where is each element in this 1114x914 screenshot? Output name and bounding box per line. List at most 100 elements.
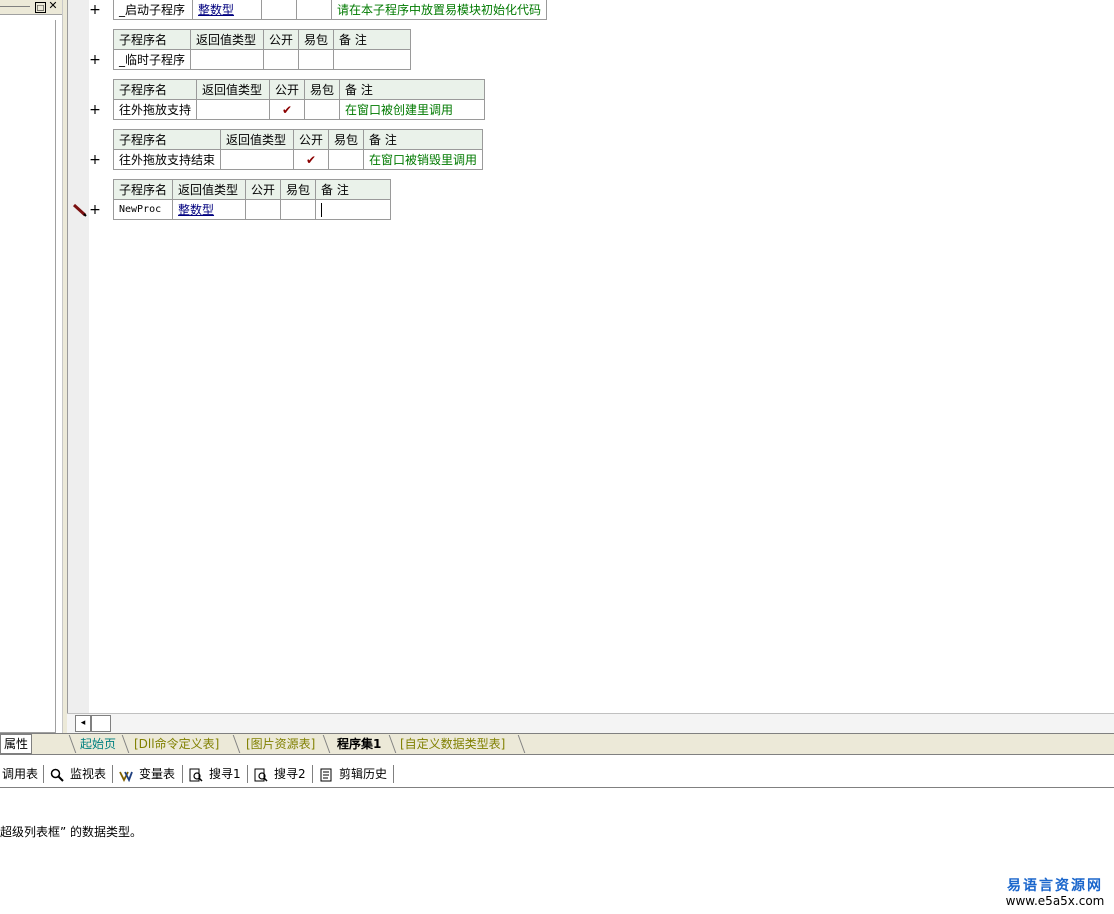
tool-label: 剪辑历史 — [339, 767, 388, 781]
header-row: 子程序名 返回值类型 公开 易包 备 注 — [112, 179, 392, 200]
tool-variable-table[interactable]: 变量表 — [119, 765, 175, 783]
tab-custom-types[interactable]: [自定义数据类型表] — [400, 736, 505, 753]
header-row: 子程序名 返回值类型 公开 易包 备 注 — [112, 79, 486, 100]
expand-proc-3-button[interactable]: + — [89, 103, 101, 117]
header-note: 备 注 — [363, 129, 484, 150]
header-public: 公开 — [293, 129, 330, 150]
tool-call-table[interactable]: 调用表 — [2, 765, 38, 783]
edit-pencil-icon — [72, 203, 87, 217]
tab-divider — [121, 735, 130, 753]
proc-easy-pack-cell[interactable] — [304, 99, 341, 120]
header-public: 公开 — [269, 79, 306, 100]
panel-titlebar: □ ✕ — [0, 0, 62, 15]
tool-clipboard-history[interactable]: 剪辑历史 — [319, 765, 387, 783]
header-public: 公开 — [263, 29, 300, 50]
tab-divider — [517, 735, 526, 753]
code-editor[interactable]: + _启动子程序 整数型 请在本子程序中放置易模块初始化代码 子程序名 返回值类… — [89, 0, 1114, 713]
proc-public-cell[interactable] — [261, 0, 297, 20]
pin-button[interactable]: □ — [35, 2, 46, 13]
proc-note-cell[interactable]: 在窗口被创建里调用 — [339, 99, 486, 120]
tool-search-2[interactable]: 搜寻2 — [254, 765, 306, 783]
procedure-row[interactable]: 往外拖放支持结束 ✔ 在窗口被销毁里调用 — [112, 149, 484, 170]
tab-image-resources[interactable]: [图片资源表] — [246, 736, 315, 753]
procedure-row[interactable]: _临时子程序 — [112, 49, 412, 70]
document-tab-bar: 属性 起始页 [Dll命令定义表] [图片资源表] 程序集1 [自定义数据类型表… — [0, 733, 1114, 755]
proc-public-check-icon[interactable]: ✔ — [269, 99, 306, 120]
proc-return-type-cell[interactable] — [190, 49, 265, 70]
close-button[interactable]: ✕ — [48, 0, 58, 11]
header-return-type: 返回值类型 — [220, 129, 295, 150]
header-note: 备 注 — [333, 29, 412, 50]
toolbar-separator — [43, 765, 44, 783]
header-name: 子程序名 — [112, 79, 198, 100]
proc-easy-pack-cell[interactable] — [296, 0, 332, 20]
proc-name-cell[interactable]: 往外拖放支持结束 — [112, 149, 222, 170]
tab-start-page[interactable]: 起始页 — [80, 736, 116, 753]
procedure-row[interactable]: 往外拖放支持 ✔ 在窗口被创建里调用 — [112, 99, 486, 120]
proc-public-check-icon[interactable]: ✔ — [293, 149, 330, 170]
search-doc-icon — [254, 768, 268, 782]
header-easy-pack: 易包 — [304, 79, 341, 100]
header-name: 子程序名 — [112, 29, 192, 50]
header-note: 备 注 — [315, 179, 392, 200]
tool-label: 变量表 — [139, 767, 176, 781]
procedure-row[interactable]: NewProc 整数型 — [112, 199, 392, 220]
proc-easy-pack-cell[interactable] — [328, 149, 365, 170]
expand-proc-2-button[interactable]: + — [89, 53, 101, 67]
header-easy-pack: 易包 — [328, 129, 365, 150]
procedure-table-2: 子程序名 返回值类型 公开 易包 备 注 _临时子程序 — [112, 29, 412, 70]
proc-return-type-cell[interactable]: 整数型 — [192, 0, 262, 20]
toolbar-separator — [112, 765, 113, 783]
tool-label: 调用表 — [2, 767, 39, 781]
proc-easy-pack-cell[interactable] — [280, 199, 317, 220]
expand-proc-4-button[interactable]: + — [89, 153, 101, 167]
header-public: 公开 — [245, 179, 282, 200]
header-row: 子程序名 返回值类型 公开 易包 备 注 — [112, 29, 412, 50]
clipboard-history-icon — [320, 768, 332, 781]
tab-properties[interactable]: 属性 — [0, 734, 32, 754]
text-caret — [321, 202, 323, 217]
site-watermark: 易语言资源网 www.e5a5x.com — [1000, 878, 1110, 908]
proc-return-type-cell[interactable] — [196, 99, 271, 120]
expand-proc-5-button[interactable]: + — [89, 203, 101, 217]
proc-name-cell[interactable]: NewProc — [112, 199, 174, 220]
scroll-left-button[interactable]: ◂ — [75, 715, 91, 732]
proc-public-cell[interactable] — [245, 199, 282, 220]
toolbar-separator — [393, 765, 394, 783]
procedure-table-5: 子程序名 返回值类型 公开 易包 备 注 NewProc 整数型 — [112, 179, 392, 220]
proc-easy-pack-cell[interactable] — [298, 49, 335, 70]
tab-divider — [388, 735, 397, 753]
expand-proc-1-button[interactable]: + — [89, 3, 101, 17]
header-row: 子程序名 返回值类型 公开 易包 备 注 — [112, 129, 484, 150]
procedure-table-1: _启动子程序 整数型 请在本子程序中放置易模块初始化代码 — [113, 0, 548, 20]
proc-return-type-cell[interactable]: 整数型 — [172, 199, 247, 220]
properties-list[interactable] — [0, 20, 56, 733]
header-name: 子程序名 — [112, 129, 222, 150]
variable-icon — [119, 771, 133, 782]
tool-watch-table[interactable]: 监视表 — [50, 765, 106, 783]
toolbar-separator — [182, 765, 183, 783]
procedure-row[interactable]: _启动子程序 整数型 请在本子程序中放置易模块初始化代码 — [113, 0, 548, 20]
output-message: 超级列表框” 的数据类型。 — [0, 825, 143, 839]
proc-name-cell[interactable]: _临时子程序 — [112, 49, 192, 70]
proc-note-cell[interactable]: 请在本子程序中放置易模块初始化代码 — [330, 0, 548, 20]
toolbar-separator — [312, 765, 313, 783]
tab-divider — [232, 735, 241, 753]
header-return-type: 返回值类型 — [172, 179, 247, 200]
search-doc-icon — [189, 768, 203, 782]
tab-assembly-1[interactable]: 程序集1 — [337, 736, 381, 753]
output-toolbar: 调用表 监视表 变量表 搜寻1 搜寻2 剪辑历史 — [0, 757, 1114, 788]
proc-public-cell[interactable] — [263, 49, 300, 70]
proc-note-input[interactable] — [315, 199, 392, 220]
tool-search-1[interactable]: 搜寻1 — [189, 765, 241, 783]
proc-return-type-cell[interactable] — [220, 149, 295, 170]
proc-name-cell[interactable]: _启动子程序 — [113, 0, 193, 20]
header-easy-pack: 易包 — [298, 29, 335, 50]
scroll-thumb[interactable] — [91, 715, 111, 732]
tab-dll-commands[interactable]: [Dll命令定义表] — [134, 736, 219, 753]
proc-note-cell[interactable]: 在窗口被销毁里调用 — [363, 149, 484, 170]
proc-note-cell[interactable] — [333, 49, 412, 70]
watermark-title: 易语言资源网 — [1007, 878, 1103, 894]
horizontal-scrollbar[interactable]: ◂ — [67, 713, 1114, 733]
proc-name-cell[interactable]: 往外拖放支持 — [112, 99, 198, 120]
